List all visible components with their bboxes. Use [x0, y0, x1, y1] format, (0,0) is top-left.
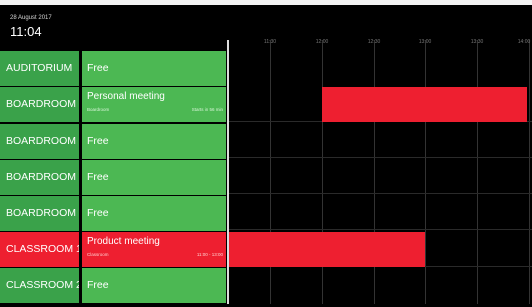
meeting-location: Boardroom — [87, 107, 110, 112]
status-label: Free — [87, 207, 109, 219]
row-divider — [228, 229, 532, 230]
status-label: Free — [87, 279, 109, 291]
row-divider — [228, 193, 532, 194]
room-name: BOARDROOM 2 — [0, 124, 79, 159]
room-name: BOARDROOM 3 — [0, 160, 79, 195]
tick-label: 12:00 — [315, 39, 329, 45]
status-label: Free — [87, 171, 109, 183]
current-time-line — [227, 40, 229, 304]
status-label: Free — [87, 135, 109, 147]
date-label: 28 August 2017 — [10, 15, 52, 21]
room-name: BOARDROOM 4 — [0, 196, 79, 231]
clock-label: 11:04 — [10, 24, 42, 39]
room-status[interactable]: Free — [82, 51, 226, 86]
meeting-location: Classroom — [87, 252, 109, 257]
row-divider — [228, 157, 532, 158]
meeting-title: Product meeting — [87, 236, 160, 247]
tick-label: 12:30 — [367, 39, 381, 45]
status-label: Free — [87, 62, 109, 74]
room-name: BOARDROOM 1 — [0, 87, 79, 122]
room-name: CLASSROOM 2 — [0, 268, 79, 303]
room-status[interactable]: Product meeting Classroom 11:00 - 13:00 — [82, 232, 226, 267]
room-name: CLASSROOM 1 — [0, 232, 79, 267]
gridline — [425, 40, 426, 304]
tick-label: 13:00 — [418, 39, 432, 45]
tick-label: 14:00 — [517, 39, 531, 45]
meeting-note: 11:00 - 13:00 — [196, 252, 223, 257]
room-status[interactable]: Personal meeting Boardroom Starts in 56 … — [82, 87, 226, 122]
gridline — [529, 40, 530, 304]
room-status[interactable]: Free — [82, 196, 226, 231]
meeting-bar[interactable] — [322, 87, 527, 122]
room-status[interactable]: Free — [82, 160, 226, 195]
room-name: AUDITORIUM — [0, 51, 79, 86]
tick-label: 13:30 — [470, 39, 484, 45]
room-status[interactable]: Free — [82, 268, 226, 303]
tick-label: 11:30 — [263, 39, 277, 45]
gridline — [477, 40, 478, 304]
meeting-bar[interactable] — [228, 232, 425, 267]
meeting-note: Starts in 56 min — [191, 107, 223, 112]
room-status[interactable]: Free — [82, 124, 226, 159]
meeting-title: Personal meeting — [87, 91, 165, 102]
